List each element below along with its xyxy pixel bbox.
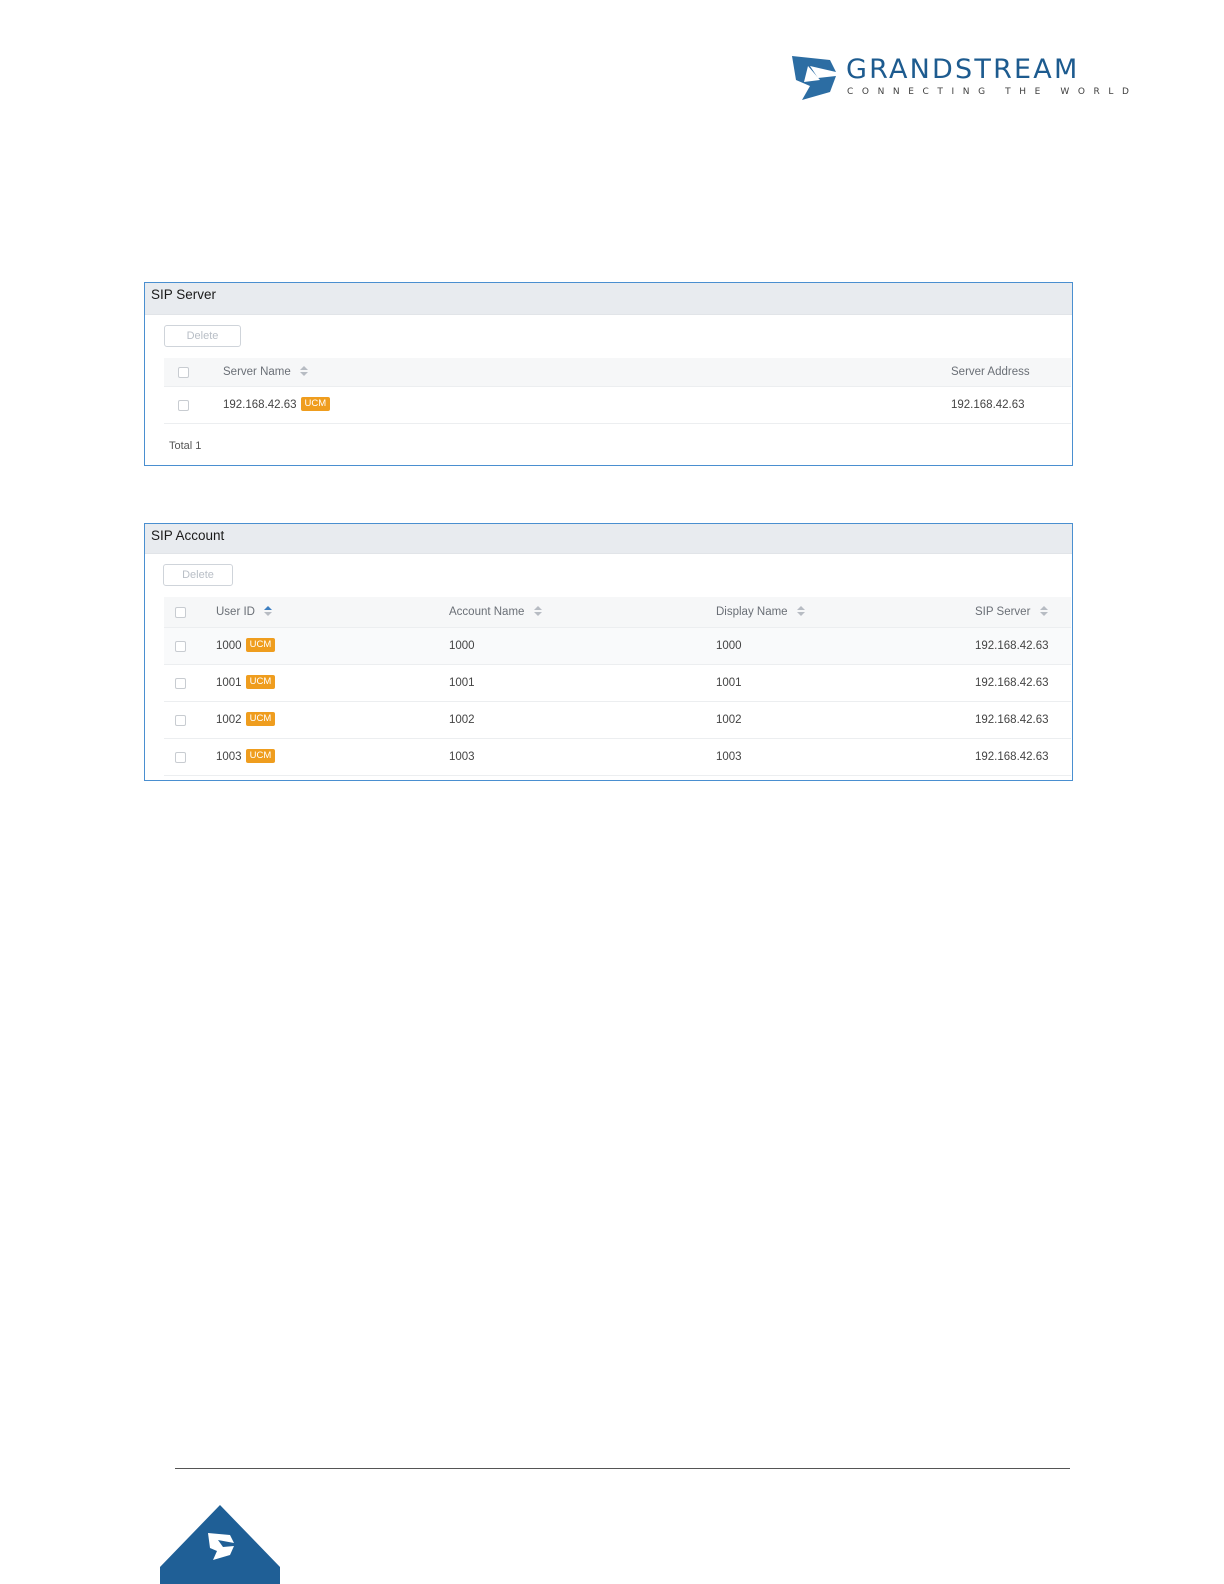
column-display-name-label: Display Name xyxy=(716,606,788,618)
table-row[interactable]: 192.168.42.63 UCM 192.168.42.63 xyxy=(164,387,1071,424)
footer-logo-icon xyxy=(160,1505,280,1584)
sip-server-table-header: Server Name Server Address xyxy=(164,358,1071,387)
sort-icon[interactable] xyxy=(533,605,542,616)
display-name: 1000 xyxy=(716,640,742,652)
sip-account-title: SIP Account xyxy=(145,524,1072,554)
sip-server: 192.168.42.63 xyxy=(975,640,1049,652)
column-account-name[interactable]: Account Name xyxy=(449,597,542,627)
ucm-badge: UCM xyxy=(245,674,276,689)
ucm-badge: UCM xyxy=(245,748,276,763)
column-account-name-label: Account Name xyxy=(449,606,525,618)
table-row[interactable]: 1003 UCM 1003 1003 192.168.42.63 xyxy=(164,739,1071,776)
sip-server-delete-button[interactable]: Delete xyxy=(164,325,241,347)
sip-server-panel: SIP Server Delete Server Name Server Add… xyxy=(144,282,1073,466)
ucm-badge: UCM xyxy=(245,711,276,726)
server-address: 192.168.42.63 xyxy=(951,399,1025,411)
sip-server: 192.168.42.63 xyxy=(975,677,1049,689)
sip-account-table-header: User ID Account Name Display Name SIP Se… xyxy=(164,597,1071,628)
brand-name: GRANDSTREAM xyxy=(846,54,1080,85)
user-id-cell: 1003 UCM xyxy=(216,739,276,775)
display-name: 1001 xyxy=(716,677,742,689)
table-row[interactable]: 1002 UCM 1002 1002 192.168.42.63 xyxy=(164,702,1071,739)
total-count: Total 1 xyxy=(169,440,202,452)
grandstream-logo-icon xyxy=(792,56,836,100)
table-row[interactable]: 1001 UCM 1001 1001 192.168.42.63 xyxy=(164,665,1071,702)
server-name-cell: 192.168.42.63 UCM xyxy=(223,387,331,423)
sip-server: 192.168.42.63 xyxy=(975,714,1049,726)
user-id-cell: 1000 UCM xyxy=(216,628,276,664)
select-all-checkbox[interactable] xyxy=(178,367,189,378)
user-id: 1001 xyxy=(216,677,242,689)
ucm-badge: UCM xyxy=(245,637,276,652)
column-server-name[interactable]: Server Name xyxy=(223,358,308,386)
column-server-name-label: Server Name xyxy=(223,366,291,378)
row-checkbox[interactable] xyxy=(175,752,186,763)
select-all-checkbox[interactable] xyxy=(175,607,186,618)
sort-icon[interactable] xyxy=(796,605,805,616)
sort-icon[interactable] xyxy=(1039,605,1048,616)
ucm-badge: UCM xyxy=(300,396,331,411)
column-user-id-label: User ID xyxy=(216,606,255,618)
account-name: 1003 xyxy=(449,751,475,763)
user-id: 1003 xyxy=(216,751,242,763)
user-id-cell: 1001 UCM xyxy=(216,665,276,701)
brand-tagline: CONNECTING THE WORLD xyxy=(847,87,1138,97)
user-id-cell: 1002 UCM xyxy=(216,702,276,738)
footer-divider xyxy=(175,1468,1070,1469)
grandstream-logo: GRANDSTREAM CONNECTING THE WORLD xyxy=(790,52,1129,104)
display-name: 1002 xyxy=(716,714,742,726)
user-id: 1000 xyxy=(216,640,242,652)
column-sip-server[interactable]: SIP Server xyxy=(975,597,1048,627)
account-name: 1002 xyxy=(449,714,475,726)
server-name: 192.168.42.63 xyxy=(223,399,297,411)
sip-server: 192.168.42.63 xyxy=(975,751,1049,763)
column-user-id[interactable]: User ID xyxy=(216,597,273,627)
row-checkbox[interactable] xyxy=(178,400,189,411)
sip-account-panel: SIP Account Delete User ID Account Name … xyxy=(144,523,1073,781)
row-checkbox[interactable] xyxy=(175,715,186,726)
row-checkbox[interactable] xyxy=(175,641,186,652)
row-checkbox[interactable] xyxy=(175,678,186,689)
display-name: 1003 xyxy=(716,751,742,763)
column-sip-server-label: SIP Server xyxy=(975,606,1031,618)
sip-account-delete-button[interactable]: Delete xyxy=(163,564,233,586)
column-display-name[interactable]: Display Name xyxy=(716,597,805,627)
column-server-address: Server Address xyxy=(951,366,1030,378)
sort-icon[interactable] xyxy=(299,365,308,376)
sort-icon[interactable] xyxy=(264,605,273,616)
table-row[interactable]: 1000 UCM 1000 1000 192.168.42.63 xyxy=(164,628,1071,665)
user-id: 1002 xyxy=(216,714,242,726)
sip-server-title: SIP Server xyxy=(145,283,1072,315)
account-name: 1001 xyxy=(449,677,475,689)
account-name: 1000 xyxy=(449,640,475,652)
